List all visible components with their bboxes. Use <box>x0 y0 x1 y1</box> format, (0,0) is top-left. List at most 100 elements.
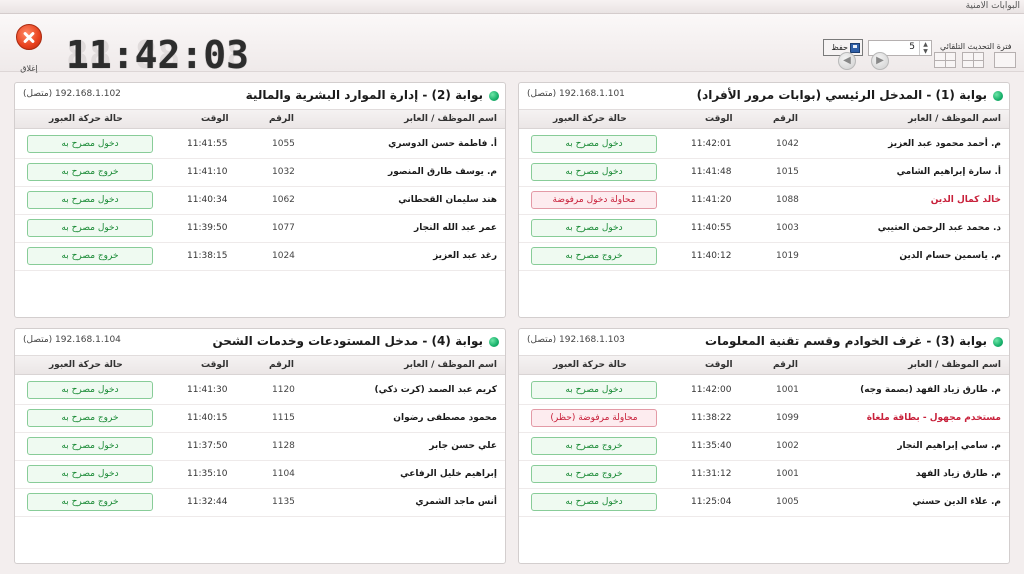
refresh-interval-label: فترة التحديث التلقائي <box>940 42 1012 51</box>
col-num: الرقم <box>269 360 295 370</box>
gate-title: بوابة (4) - مدخل المستودعات وخدمات الشحن <box>212 334 483 348</box>
status-badge: محاولة مرفوضة (حظر) <box>531 409 657 427</box>
table-row[interactable]: م. طارق زياد الفهد (بصمة وجه) 1001 11:42:0… <box>519 377 1009 405</box>
table-row[interactable]: مستخدم مجهول - بطاقة ملغاة 1099 11:38:22 مح… <box>519 405 1009 433</box>
table-row[interactable]: أ. سارة إبراهيم الشامي 1015 11:41:48 دخول م… <box>519 159 1009 187</box>
col-status: حالة حركة العبور <box>553 114 627 124</box>
table-row[interactable]: علي حسن جابر 1128 11:37:50 دخول مصرح به <box>15 433 505 461</box>
row-time: 11:32:44 <box>187 497 228 507</box>
status-badge: خروج مصرح به <box>531 247 657 265</box>
layout-single-icon[interactable] <box>994 52 1016 68</box>
row-num: 1005 <box>776 497 799 507</box>
table-row[interactable]: إبراهيم خليل الرفاعي 1104 11:35:10 دخول مصر… <box>15 461 505 489</box>
gate-title: بوابة (1) - المدخل الرئيسي (بوابات مرور … <box>696 88 987 102</box>
table-row[interactable]: أنس ماجد الشمري 1135 11:32:44 خروج مصرح به <box>15 489 505 517</box>
row-name: م. طارق زياد الفهد <box>915 469 1001 479</box>
table-header: اسم الموظف / العابر الرقم الوقت حالة حرك… <box>15 355 505 375</box>
table-row[interactable]: م. يوسف طارق المنصور 1032 11:41:10 خروج مصر… <box>15 159 505 187</box>
table-row[interactable]: م. علاء الدين حسني 1005 11:25:04 دخول مصرح … <box>519 489 1009 517</box>
row-time: 11:41:10 <box>187 167 228 177</box>
row-name: كريم عبد الصمد (كرت ذكي) <box>374 385 497 395</box>
gate-title: بوابة (2) - إدارة الموارد البشرية والمال… <box>245 88 483 102</box>
row-num: 1032 <box>272 167 295 177</box>
col-status: حالة حركة العبور <box>553 360 627 370</box>
layout-grid-icon[interactable] <box>934 52 956 68</box>
col-time: الوقت <box>201 114 229 124</box>
table-row[interactable]: أ. فاطمة حسن الدوسري 1055 11:41:55 دخول مصر… <box>15 131 505 159</box>
row-name: م. ياسمين حسام الدين <box>899 251 1001 261</box>
status-online-icon <box>993 337 1003 347</box>
col-num: الرقم <box>773 114 799 124</box>
row-time: 11:35:10 <box>187 469 228 479</box>
save-disk-icon <box>850 42 860 53</box>
table-row[interactable]: م. طارق زياد الفهد 1001 11:31:12 خروج مصرح … <box>519 461 1009 489</box>
table-row[interactable]: م. سامي إبراهيم النجار 1002 11:35:40 خروج م… <box>519 433 1009 461</box>
status-badge: دخول مصرح به <box>531 219 657 237</box>
table-header: اسم الموظف / العابر الرقم الوقت حالة حرك… <box>519 109 1009 129</box>
stepper-up-icon[interactable]: ▲ <box>919 41 931 48</box>
status-badge: دخول مصرح به <box>27 465 153 483</box>
row-name: أ. سارة إبراهيم الشامي <box>896 167 1001 177</box>
table-row[interactable]: عمر عبد الله النجار 1077 11:39:50 دخول مصرح… <box>15 215 505 243</box>
row-time: 11:41:30 <box>187 385 228 395</box>
row-num: 1128 <box>272 441 295 451</box>
stepper-down-icon[interactable]: ▼ <box>919 48 931 55</box>
row-name: خالد كمال الدين <box>930 195 1001 205</box>
status-badge: خروج مصرح به <box>531 465 657 483</box>
table-row[interactable]: محمود مصطفى رضوان 1115 11:40:15 خروج مصرح ب… <box>15 405 505 433</box>
row-name: مستخدم مجهول - بطاقة ملغاة <box>866 413 1001 423</box>
save-label: حفظ <box>831 43 848 52</box>
col-name: اسم الموظف / العابر <box>908 114 1001 124</box>
col-time: الوقت <box>705 360 733 370</box>
table-row[interactable]: كريم عبد الصمد (كرت ذكي) 1120 11:41:30 دخول… <box>15 377 505 405</box>
gate-header: بوابة (2) - إدارة الموارد البشرية والمال… <box>15 83 505 109</box>
status-badge: خروج مصرح به <box>27 247 153 265</box>
nav-forward-button[interactable]: ▶ <box>871 52 889 70</box>
row-time: 11:37:50 <box>187 441 228 451</box>
row-num: 1001 <box>776 385 799 395</box>
row-name: إبراهيم خليل الرفاعي <box>400 469 497 479</box>
status-badge: دخول مصرح به <box>531 381 657 399</box>
row-num: 1042 <box>776 139 799 149</box>
row-time: 11:39:50 <box>187 223 228 233</box>
table-row[interactable]: م. أحمد محمود عبد العزيز 1042 11:42:01 دخول… <box>519 131 1009 159</box>
row-num: 1099 <box>776 413 799 423</box>
col-time: الوقت <box>201 360 229 370</box>
table-row[interactable]: رغد عبد العزيز 1024 11:38:15 خروج مصرح به <box>15 243 505 271</box>
col-time: الوقت <box>705 114 733 124</box>
row-num: 1003 <box>776 223 799 233</box>
layout-split-icon[interactable] <box>962 52 984 68</box>
row-time: 11:41:20 <box>691 195 732 205</box>
row-time: 11:35:40 <box>691 441 732 451</box>
gate-panel-1: بوابة (1) - المدخل الرئيسي (بوابات مرور … <box>518 82 1010 318</box>
table-row[interactable]: م. ياسمين حسام الدين 1019 11:40:12 خروج مصر… <box>519 243 1009 271</box>
table-row[interactable]: خالد كمال الدين 1088 11:41:20 محاولة دخول م… <box>519 187 1009 215</box>
table-row[interactable]: د. محمد عبد الرحمن العتيبي 1003 11:40:55 دخ… <box>519 215 1009 243</box>
status-online-icon <box>489 91 499 101</box>
row-time: 11:40:34 <box>187 195 228 205</box>
row-name: رغد عبد العزيز <box>433 251 497 261</box>
row-time: 11:40:15 <box>187 413 228 423</box>
status-badge: خروج مصرح به <box>531 437 657 455</box>
window-title: البوابات الامنية <box>965 1 1020 11</box>
close-icon <box>16 24 42 50</box>
status-badge: دخول مصرح به <box>27 135 153 153</box>
table-row[interactable]: هند سليمان القحطاني 1062 11:40:34 دخول مصرح… <box>15 187 505 215</box>
row-time: 11:38:22 <box>691 413 732 423</box>
gate-panel-4: بوابة (4) - مدخل المستودعات وخدمات الشحن… <box>14 328 506 564</box>
status-badge: دخول مصرح به <box>27 437 153 455</box>
table-header: اسم الموظف / العابر الرقم الوقت حالة حرك… <box>519 355 1009 375</box>
close-button[interactable]: إغلاق <box>14 24 44 74</box>
gate-header: بوابة (4) - مدخل المستودعات وخدمات الشحن… <box>15 329 505 355</box>
col-status: حالة حركة العبور <box>49 360 123 370</box>
gate-ip-status: 192.168.1.101 (متصل) <box>527 89 625 99</box>
row-time: 11:38:15 <box>187 251 228 261</box>
row-num: 1015 <box>776 167 799 177</box>
row-num: 1135 <box>272 497 295 507</box>
row-num: 1077 <box>272 223 295 233</box>
col-num: الرقم <box>269 114 295 124</box>
row-num: 1115 <box>272 413 295 423</box>
nav-back-button[interactable]: ◀ <box>838 52 856 70</box>
status-badge: دخول مصرح به <box>531 493 657 511</box>
status-badge: دخول مصرح به <box>27 381 153 399</box>
